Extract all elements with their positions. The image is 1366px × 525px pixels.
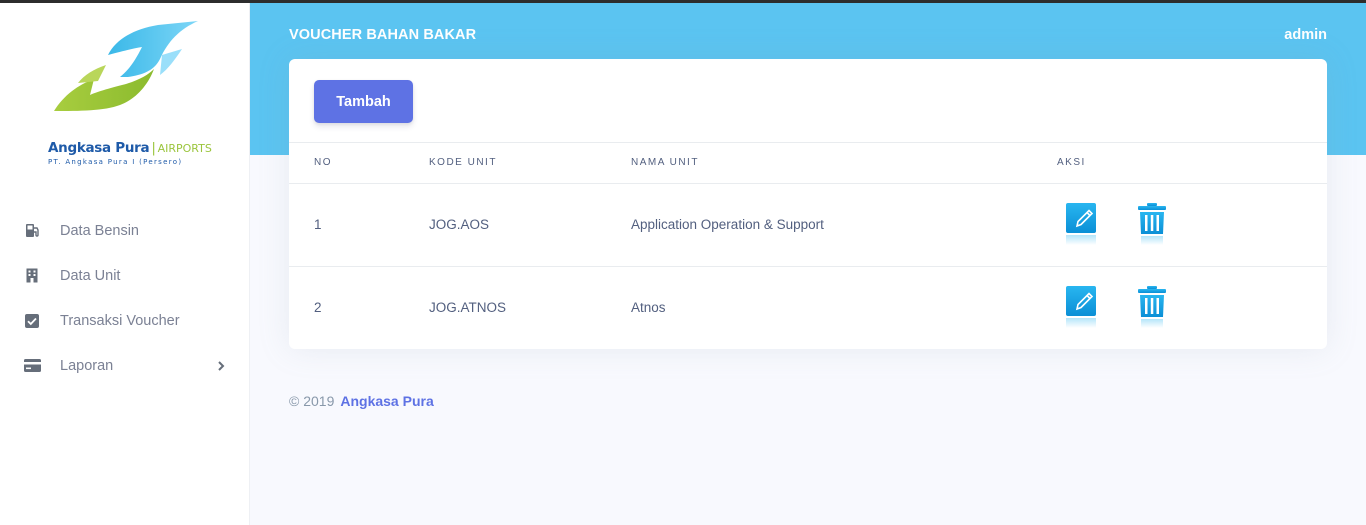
column-header-nama-unit: NAMA UNIT <box>631 143 1057 184</box>
brand-name: Angkasa Pura | AIRPORTS <box>48 140 212 156</box>
unit-table: NO KODE UNIT NAMA UNIT AKSI 1 JOG.AOS Ap… <box>289 143 1327 349</box>
trash-icon[interactable] <box>1134 285 1170 331</box>
edit-icon[interactable] <box>1064 202 1100 248</box>
sidebar-item-label: Transaksi Voucher <box>60 312 180 329</box>
sidebar: Angkasa Pura | AIRPORTS PT. Angkasa Pura I… <box>0 3 250 525</box>
table-row: 2 JOG.ATNOS Atnos <box>289 266 1327 349</box>
sidebar-item-transaksi-voucher[interactable]: Transaksi Voucher <box>0 298 250 343</box>
building-icon <box>23 268 41 284</box>
sidebar-item-data-bensin[interactable]: Data Bensin <box>0 208 250 253</box>
cell-nama-unit: Application Operation & Support <box>631 217 824 232</box>
cell-aksi <box>1057 183 1327 266</box>
sidebar-nav: Data Bensin Data Unit Transaksi Voucher … <box>0 208 250 388</box>
brand-subtitle: PT. Angkasa Pura I (Persero) <box>48 158 183 166</box>
sidebar-item-label: Data Bensin <box>60 222 139 239</box>
brand-name-text: Angkasa Pura <box>48 140 150 156</box>
cell-kode-unit: JOG.ATNOS <box>429 300 507 316</box>
edit-icon[interactable] <box>1064 285 1100 331</box>
column-header-no: NO <box>289 143 429 184</box>
column-header-kode-unit: KODE UNIT <box>429 143 631 184</box>
angkasa-pura-logo[interactable] <box>50 19 202 115</box>
page-title: VOUCHER BAHAN BAKAR <box>289 27 477 43</box>
sidebar-item-label: Data Unit <box>60 267 121 284</box>
cell-aksi <box>1057 266 1327 349</box>
window-top-border <box>0 0 1366 3</box>
credit-card-icon <box>23 358 41 374</box>
sidebar-item-data-unit[interactable]: Data Unit <box>0 253 250 298</box>
cell-no: 1 <box>314 217 322 232</box>
footer-brand-link[interactable]: Angkasa Pura <box>340 393 433 409</box>
unit-table-card: Tambah NO KODE UNIT NAMA UNIT AKSI 1 JOG… <box>289 59 1327 349</box>
card-header: Tambah <box>289 59 1327 143</box>
brand-separator: | <box>151 140 156 156</box>
checkbox-icon <box>23 313 41 329</box>
cell-kode-unit: JOG.AOS <box>429 217 490 232</box>
sidebar-item-laporan[interactable]: Laporan <box>0 343 250 388</box>
column-header-aksi: AKSI <box>1057 143 1327 184</box>
chevron-right-icon[interactable] <box>216 358 226 372</box>
cell-nama-unit: Atnos <box>631 300 666 316</box>
table-header-row: NO KODE UNIT NAMA UNIT AKSI <box>289 143 1327 184</box>
brand-text: Angkasa Pura | AIRPORTS PT. Angkasa Pura I… <box>48 140 212 166</box>
user-menu[interactable]: admin <box>1284 27 1327 43</box>
cell-no: 2 <box>314 300 322 316</box>
table-row: 1 JOG.AOS Application Operation & Suppor… <box>289 183 1327 266</box>
footer: © 2019 Angkasa Pura <box>289 393 434 409</box>
copyright-text: © 2019 <box>289 393 335 409</box>
fuel-pump-icon <box>23 223 41 239</box>
add-button[interactable]: Tambah <box>314 80 413 123</box>
trash-icon[interactable] <box>1134 202 1170 248</box>
brand-tagline: AIRPORTS <box>157 142 212 155</box>
sidebar-item-label: Laporan <box>60 357 114 374</box>
